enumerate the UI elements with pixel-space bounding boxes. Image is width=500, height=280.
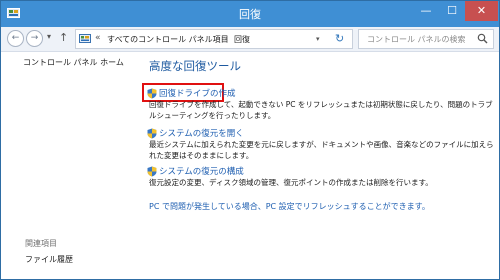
control-panel-icon <box>79 34 91 43</box>
configure-system-restore-description: 復元設定の変更、ディスク領域の管理、復元ポイントの作成または削除を行います。 <box>149 178 433 187</box>
address-dropdown[interactable]: ▾ <box>316 35 320 43</box>
main-content: 高度な回復ツール 回復ドライブの作成 回復ドライブを作成して、起動できない PC… <box>142 52 497 279</box>
recent-locations-dropdown[interactable]: ▾ <box>47 32 51 41</box>
search-placeholder: コントロール パネルの検索 <box>367 35 466 44</box>
navigation-bar: ← → ▾ ↑ « すべてのコントロール パネル項目 › 回復 ▾ ↻ コントロ… <box>1 27 499 52</box>
pc-settings-refresh-link[interactable]: PC で問題が発生している場合、PC 設定でリフレッシュすることができます。 <box>149 201 430 212</box>
search-input[interactable]: コントロール パネルの検索 <box>358 29 494 49</box>
address-bar[interactable]: « すべてのコントロール パネル項目 › 回復 ▾ ↻ <box>75 29 353 49</box>
create-recovery-drive-link[interactable]: 回復ドライブの作成 <box>159 87 236 99</box>
configure-system-restore-link[interactable]: システムの復元の構成 <box>159 165 244 177</box>
file-history-link[interactable]: ファイル履歴 <box>25 254 73 265</box>
uac-shield-icon <box>147 88 157 99</box>
breadcrumb-separator[interactable]: › <box>224 34 227 43</box>
title-bar[interactable]: 回復 — ☐ ✕ <box>1 1 499 27</box>
sidebar: コントロール パネル ホーム 関連項目 ファイル履歴 <box>1 52 124 279</box>
recovery-window: 回復 — ☐ ✕ ← → ▾ ↑ « すべてのコントロール パネル項目 › 回復… <box>0 0 500 280</box>
breadcrumb-overflow-chevron[interactable]: « <box>95 33 101 43</box>
uac-shield-icon <box>147 166 157 177</box>
refresh-icon[interactable]: ↻ <box>335 32 344 45</box>
back-button[interactable]: ← <box>7 30 24 47</box>
search-icon[interactable] <box>477 33 488 44</box>
page-title: 高度な回復ツール <box>149 59 241 73</box>
close-button[interactable]: ✕ <box>465 1 498 21</box>
maximize-button[interactable]: ☐ <box>439 1 465 21</box>
uac-shield-icon <box>147 128 157 139</box>
related-header: 関連項目 <box>25 239 57 248</box>
up-button[interactable]: ↑ <box>59 31 68 44</box>
open-system-restore-description: 最近システムに加えられた変更を元に戻しますが、ドキュメントや画像、音楽などのファ… <box>149 140 494 160</box>
breadcrumb-all-control-panel-items[interactable]: すべてのコントロール パネル項目 <box>107 34 229 45</box>
control-panel-home-link[interactable]: コントロール パネル ホーム <box>23 57 124 68</box>
open-system-restore-link[interactable]: システムの復元を開く <box>159 127 244 139</box>
breadcrumb-recovery[interactable]: 回復 <box>234 34 250 45</box>
create-recovery-drive-description: 回復ドライブを作成して、起動できない PC をリフレッシュまたは初期状態に戻した… <box>149 100 493 120</box>
minimize-button[interactable]: — <box>413 1 439 21</box>
forward-button[interactable]: → <box>26 30 43 47</box>
